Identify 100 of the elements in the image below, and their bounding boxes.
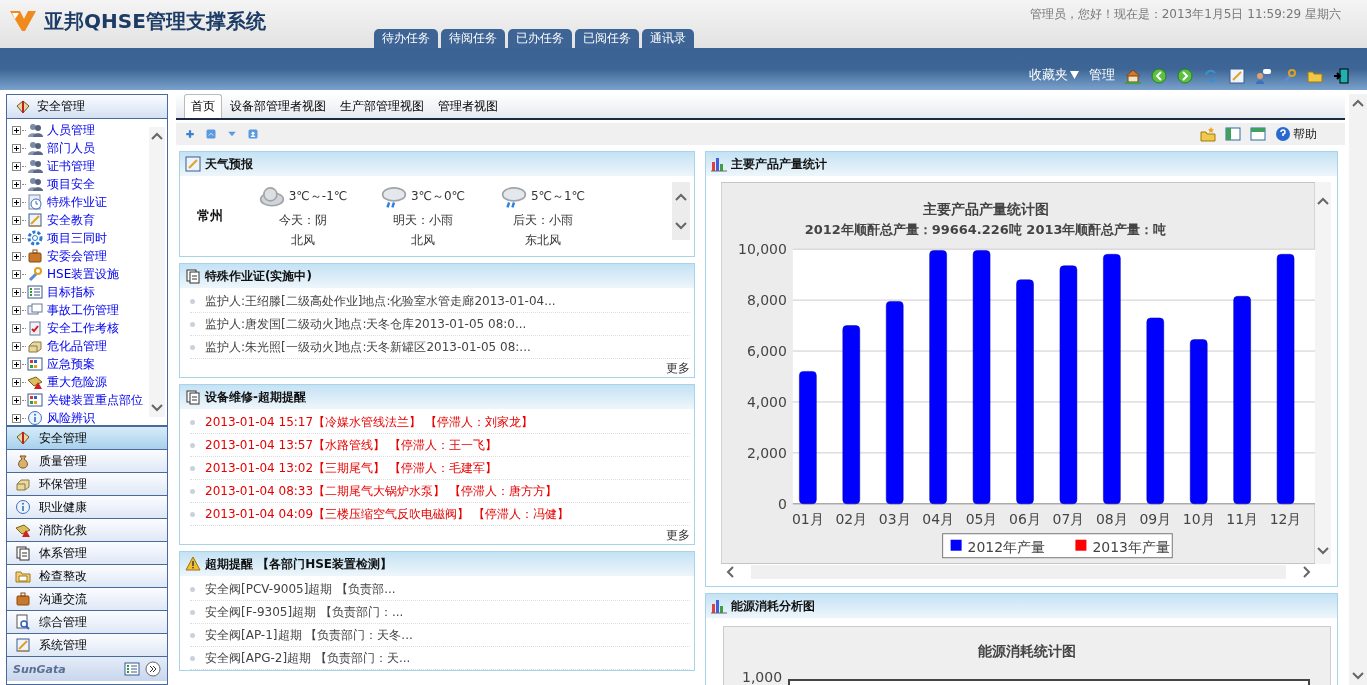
permit-link[interactable]: 监护人:王绍滕[二级高处作业]地点:化验室水管走廊2013-01-04...: [205, 292, 556, 310]
scrollbar[interactable]: [1315, 182, 1331, 564]
folder-star-icon[interactable]: [1200, 126, 1216, 142]
expand-toggle[interactable]: [12, 269, 21, 279]
plus-icon[interactable]: [184, 128, 196, 140]
expand-toggle[interactable]: [12, 233, 21, 243]
scroll-down-icon[interactable]: [1316, 546, 1330, 556]
expand-toggle[interactable]: [12, 305, 21, 315]
expand-toggle[interactable]: [12, 377, 21, 387]
module-item[interactable]: 综合管理: [7, 611, 167, 634]
scroller[interactable]: [672, 182, 690, 240]
expand-toggle[interactable]: [12, 323, 21, 333]
expand-toggle[interactable]: [12, 413, 21, 423]
module-item[interactable]: 系统管理: [7, 634, 167, 657]
expand-toggle[interactable]: [12, 341, 21, 351]
home-icon[interactable]: [1125, 68, 1141, 84]
scroll-down-icon[interactable]: [1351, 671, 1365, 681]
scroll-down-icon[interactable]: [674, 220, 688, 231]
module-item[interactable]: 体系管理: [7, 542, 167, 565]
user-chat-icon[interactable]: [1255, 68, 1271, 84]
manage-link[interactable]: 管理: [1089, 66, 1115, 84]
tree-item[interactable]: HSE装置设施: [47, 265, 120, 283]
view-tab[interactable]: 设备部管理者视图: [224, 95, 332, 118]
nav-tab[interactable]: 待办任务: [374, 29, 438, 48]
module-item[interactable]: 沟通交流: [7, 588, 167, 611]
scroll-right-icon[interactable]: [1302, 565, 1312, 579]
favorites-menu[interactable]: 收藏夹: [1029, 66, 1079, 84]
exit-icon[interactable]: [1333, 68, 1349, 84]
expand-toggle[interactable]: [12, 215, 21, 225]
maintenance-link[interactable]: 2013-01-04 13:57【水路管线】 【停滞人：王一飞】: [205, 436, 497, 454]
scroll-up-icon[interactable]: [150, 131, 164, 141]
back-icon[interactable]: [1151, 68, 1167, 84]
maintenance-link[interactable]: 2013-01-04 08:33【二期尾气大锅炉水泵】 【停滞人：唐方方】: [205, 482, 557, 500]
scroll-down-icon[interactable]: [150, 403, 164, 413]
expand-toggle[interactable]: [12, 125, 21, 135]
expand-toggle[interactable]: [12, 359, 21, 369]
view-tab[interactable]: 管理者视图: [432, 95, 504, 118]
tree-item[interactable]: 重大危险源: [47, 373, 107, 391]
module-item[interactable]: 消防化救: [7, 519, 167, 542]
overdue-link[interactable]: 安全阀[AP-1]超期 【负责部门：天冬...: [205, 626, 413, 644]
maintenance-link[interactable]: 2013-01-04 13:02【三期尾气】 【停滞人：毛建军】: [205, 459, 497, 477]
tree-item[interactable]: 安委会管理: [47, 247, 107, 265]
nav-tab[interactable]: 已阅任务: [575, 29, 639, 48]
module-item[interactable]: 质量管理: [7, 450, 167, 473]
permit-link[interactable]: 监护人:唐发国[二级动火]地点:天冬仓库2013-01-05 08:0...: [205, 315, 527, 333]
overdue-link[interactable]: 安全阀[APG-2]超期 【负责部门：天...: [205, 649, 411, 667]
nav-tab[interactable]: 待阅任务: [441, 29, 505, 48]
expand-icon[interactable]: [145, 661, 161, 677]
help-button[interactable]: 帮助: [1275, 125, 1317, 143]
more-link[interactable]: 更多: [666, 359, 690, 377]
permit-link[interactable]: 监护人:朱光照[一级动火]地点:天冬新罐区2013-01-05 08:...: [205, 338, 531, 356]
view-tab[interactable]: 生产部管理视图: [334, 95, 430, 118]
folder-icon[interactable]: [1307, 68, 1323, 84]
image-icon[interactable]: [205, 128, 217, 140]
tree-item[interactable]: 证书管理: [47, 157, 95, 175]
tree-item[interactable]: 危化品管理: [47, 337, 107, 355]
scroll-up-icon[interactable]: [1316, 196, 1330, 206]
tree-item[interactable]: 项目安全: [47, 175, 95, 193]
scrollbar[interactable]: [1349, 94, 1367, 685]
module-item[interactable]: 安全管理: [7, 427, 167, 450]
window-left-icon[interactable]: [1225, 126, 1241, 142]
forward-icon[interactable]: [1177, 68, 1193, 84]
tree-item[interactable]: 人员管理: [47, 121, 95, 139]
view-tab[interactable]: 首页: [184, 94, 222, 118]
wrench-icon[interactable]: [1281, 68, 1297, 84]
module-item[interactable]: 职业健康: [7, 496, 167, 519]
tree-item[interactable]: 安全教育: [47, 211, 95, 229]
tree-item[interactable]: 特殊作业证: [47, 193, 107, 211]
tree-item[interactable]: 安全工作考核: [47, 319, 119, 337]
tree-item[interactable]: 目标指标: [47, 283, 95, 301]
maintenance-link[interactable]: 2013-01-04 04:09【三楼压缩空气反吹电磁阀】 【停滞人：冯健】: [205, 505, 569, 523]
expand-toggle[interactable]: [12, 395, 21, 405]
scrollbar[interactable]: [149, 127, 165, 417]
scroll-up-icon[interactable]: [1351, 98, 1365, 108]
tree-item[interactable]: 部门人员: [47, 139, 95, 157]
overdue-link[interactable]: 安全阀[F-9305]超期 【负责部门：...: [205, 603, 404, 621]
module-item[interactable]: 环保管理: [7, 473, 167, 496]
expand-toggle[interactable]: [12, 251, 21, 261]
tree-item[interactable]: 风险辨识: [47, 409, 95, 425]
user-box-icon[interactable]: [247, 128, 259, 140]
module-item[interactable]: 检查整改: [7, 565, 167, 588]
edit-icon[interactable]: [1229, 68, 1245, 84]
tree-item[interactable]: 关键装置重点部位: [47, 391, 143, 409]
maintenance-link[interactable]: 2013-01-04 15:17【冷媒水管线法兰】 【停滞人：刘家龙】: [205, 413, 533, 431]
nav-tab[interactable]: 已办任务: [508, 29, 572, 48]
expand-toggle[interactable]: [12, 161, 21, 171]
expand-toggle[interactable]: [12, 143, 21, 153]
tree-item[interactable]: 应急预案: [47, 355, 95, 373]
overdue-link[interactable]: 安全阀[PCV-9005]超期 【负责部...: [205, 580, 396, 598]
section-header[interactable]: 安全管理: [7, 95, 167, 119]
nav-tab[interactable]: 通讯录: [642, 29, 694, 48]
expand-toggle[interactable]: [12, 287, 21, 297]
list-icon[interactable]: [124, 661, 140, 677]
expand-toggle[interactable]: [12, 179, 21, 189]
window-top-icon[interactable]: [1250, 126, 1266, 142]
scroll-up-icon[interactable]: [674, 191, 688, 202]
tree-item[interactable]: 项目三同时: [47, 229, 107, 247]
more-link[interactable]: 更多: [666, 526, 690, 544]
tree-item[interactable]: 事故工伤管理: [47, 301, 119, 319]
expand-toggle[interactable]: [12, 197, 21, 207]
